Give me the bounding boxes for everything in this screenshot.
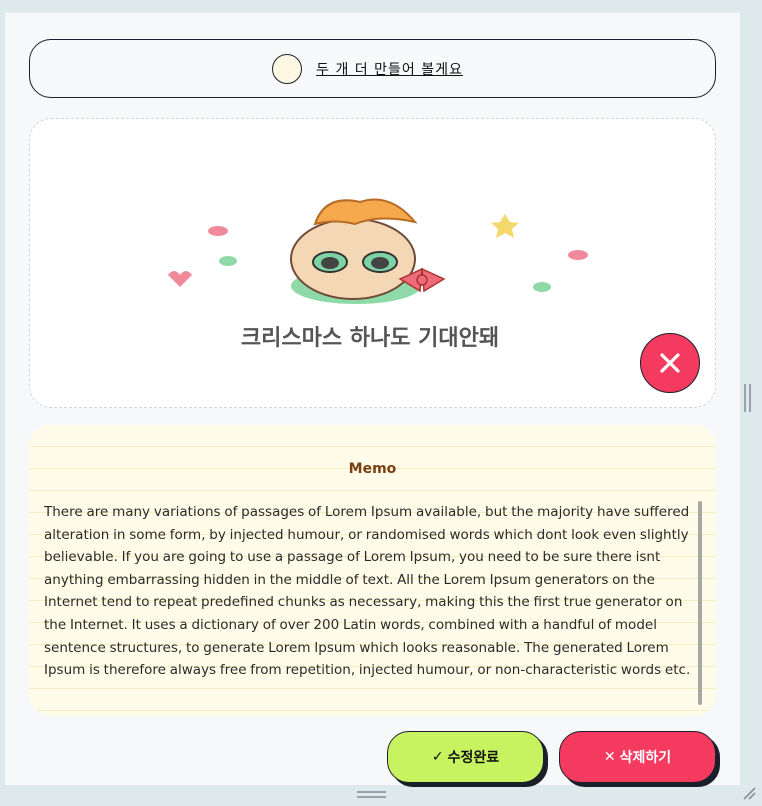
- heart-shape: [168, 271, 192, 287]
- todo-title-bar: 두 개 더 만들어 볼게요: [29, 39, 716, 98]
- side-resize-handle[interactable]: [744, 384, 751, 412]
- memo-textarea[interactable]: There are many variations of passages of…: [44, 501, 704, 706]
- save-button-label: 수정완료: [447, 750, 500, 766]
- memo-scrollbar[interactable]: [698, 501, 702, 705]
- star-shape: [491, 214, 519, 238]
- confetti-dot: [533, 282, 551, 292]
- memo-title: Memo: [348, 461, 397, 477]
- checkmark-icon: ✓: [431, 749, 444, 765]
- delete-button[interactable]: ✕ 삭제하기: [559, 731, 716, 783]
- remove-image-button[interactable]: [640, 333, 700, 393]
- confetti-dot: [568, 250, 588, 260]
- sticker-image: 크리스마스 하나도 기대안돼: [168, 198, 588, 351]
- sticker-hair: [313, 198, 418, 226]
- edit-panel: 두 개 더 만들어 볼게요 크리스마스 하나도 기대안돼 Memo There …: [5, 12, 740, 785]
- save-button[interactable]: ✓ 수정완료: [387, 731, 544, 783]
- sticker-caption: 크리스마스 하나도 기대안돼: [241, 326, 499, 351]
- todo-title[interactable]: 두 개 더 만들어 볼게요: [316, 59, 463, 79]
- close-icon: [660, 353, 680, 373]
- confetti-dot: [219, 256, 237, 266]
- x-icon: ✕: [603, 749, 616, 765]
- image-dropzone[interactable]: 크리스마스 하나도 기대안돼: [29, 118, 716, 408]
- complete-checkbox[interactable]: [272, 53, 303, 84]
- resize-grip-icon[interactable]: [742, 786, 756, 800]
- bottom-resize-handle[interactable]: [357, 791, 386, 798]
- delete-button-label: 삭제하기: [619, 750, 672, 766]
- memo-box: Memo There are many variations of passag…: [29, 425, 716, 716]
- confetti-dot: [208, 226, 228, 236]
